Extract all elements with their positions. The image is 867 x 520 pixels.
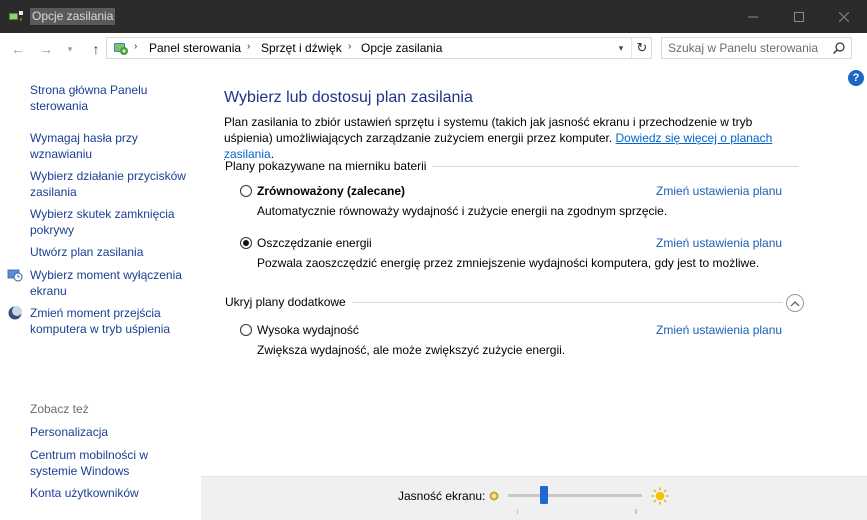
plan-description: Pozwala zaoszczędzić energię przez zmnie… — [257, 256, 760, 270]
chevron-up-icon — [790, 300, 800, 306]
section-hide-additional-plans[interactable]: Ukryj plany dodatkowe — [225, 295, 352, 309]
sidebar-item-turn-off-display[interactable]: Wybierz moment wyłączenia ekranu — [30, 267, 195, 299]
sidebar-home-link[interactable]: Strona główna Panelu sterowania — [30, 82, 195, 114]
plan-power-saver-radio[interactable] — [240, 237, 252, 249]
title-bar: Opcje zasilania — [0, 0, 867, 33]
see-also-heading: Zobacz też — [30, 402, 89, 416]
search-box[interactable] — [661, 37, 852, 59]
collapse-additional-plans-button[interactable] — [786, 294, 804, 312]
breadcrumb-separator: › — [134, 41, 138, 52]
close-button[interactable] — [821, 0, 867, 33]
search-icon — [833, 42, 845, 54]
breadcrumb-hardware-sound[interactable]: Sprzęt i dźwięk — [261, 41, 342, 55]
back-button[interactable]: ← — [8, 39, 28, 59]
sidebar-item-require-password[interactable]: Wymagaj hasła przy wznawianiu — [30, 130, 195, 162]
window-title: Opcje zasilania — [30, 8, 116, 25]
control-panel-icon — [114, 43, 128, 55]
chevron-down-icon: ▾ — [618, 42, 624, 53]
brightness-bar: Jasność ekranu: — [201, 476, 867, 520]
plan-name[interactable]: Zrównoważony (zalecane) — [257, 184, 405, 198]
plan-name[interactable]: Oszczędzanie energii — [257, 236, 372, 250]
plan-description: Automatycznie równoważy wydajność i zuży… — [257, 204, 668, 218]
sidebar-item-lid-close[interactable]: Wybierz skutek zamknięcia pokrywy — [30, 206, 195, 238]
moon-icon — [8, 306, 22, 320]
plan-name[interactable]: Wysoka wydajność — [257, 323, 359, 337]
up-button[interactable]: ↑ — [86, 39, 106, 59]
sidebar-item-power-buttons[interactable]: Wybierz działanie przycisków zasilania — [30, 168, 195, 200]
main-content: ? Wybierz lub dostosuj plan zasilania Pl… — [201, 65, 867, 519]
plan-high-performance-radio[interactable] — [240, 324, 252, 336]
close-icon — [839, 11, 849, 22]
breadcrumb-separator: › — [348, 41, 352, 52]
maximize-button[interactable] — [776, 0, 822, 33]
plan-description: Zwiększa wydajność, ale może zwiększyć z… — [257, 343, 566, 357]
brightness-label: Jasność ekranu: — [398, 489, 486, 503]
brightness-slider-ticks — [517, 509, 637, 514]
search-input[interactable] — [668, 40, 828, 56]
breadcrumb-control-panel[interactable]: Panel sterowania — [149, 41, 241, 55]
brightness-slider-track[interactable] — [508, 494, 642, 497]
left-pane: Strona główna Panelu sterowania Wymagaj … — [0, 65, 201, 519]
address-dropdown-button[interactable]: ▾ — [613, 40, 629, 56]
see-also-mobility-center[interactable]: Centrum mobilności w systemie Windows — [30, 447, 195, 479]
refresh-button[interactable]: ↻ — [631, 38, 652, 58]
forward-button[interactable]: → — [36, 39, 56, 59]
help-icon: ? — [852, 72, 860, 84]
breadcrumb-separator: › — [247, 41, 251, 52]
arrow-up-icon: ↑ — [92, 41, 100, 57]
navigation-bar: ← → ▾ ↑ › Panel sterowania › Sprzęt i dź… — [0, 33, 867, 65]
sidebar-item-create-plan[interactable]: Utwórz plan zasilania — [30, 244, 195, 260]
help-button[interactable]: ? — [848, 70, 864, 86]
minimize-icon — [748, 16, 758, 17]
intro-text: Plan zasilania to zbiór ustawień sprzętu… — [224, 114, 804, 162]
see-also-personalization[interactable]: Personalizacja — [30, 424, 195, 440]
breadcrumb-power-options[interactable]: Opcje zasilania — [361, 41, 442, 55]
dim-sun-icon — [489, 491, 499, 501]
maximize-icon — [794, 11, 804, 22]
minimize-button[interactable] — [730, 0, 776, 33]
sidebar-item-sleep-timing[interactable]: Zmień moment przejścia komputera w tryb … — [30, 305, 195, 337]
section-battery-plans: Plany pokazywane na mierniku baterii — [225, 159, 433, 173]
bright-sun-icon — [651, 487, 669, 505]
see-also-user-accounts[interactable]: Konta użytkowników — [30, 485, 195, 501]
change-plan-settings-link[interactable]: Zmień ustawienia planu — [656, 184, 782, 198]
recent-locations-button[interactable]: ▾ — [60, 39, 80, 59]
arrow-right-icon: → — [39, 41, 53, 57]
plan-balanced-radio[interactable] — [240, 185, 252, 197]
page-title: Wybierz lub dostosuj plan zasilania — [224, 89, 473, 106]
monitor-clock-icon — [7, 269, 23, 282]
brightness-slider-thumb[interactable] — [540, 486, 548, 504]
power-options-icon — [9, 11, 23, 21]
refresh-icon: ↻ — [636, 40, 648, 55]
arrow-left-icon: ← — [11, 41, 25, 57]
change-plan-settings-link[interactable]: Zmień ustawienia planu — [656, 236, 782, 250]
change-plan-settings-link[interactable]: Zmień ustawienia planu — [656, 323, 782, 337]
address-bar[interactable]: › Panel sterowania › Sprzęt i dźwięk › O… — [106, 37, 652, 59]
chevron-down-icon: ▾ — [67, 43, 73, 54]
